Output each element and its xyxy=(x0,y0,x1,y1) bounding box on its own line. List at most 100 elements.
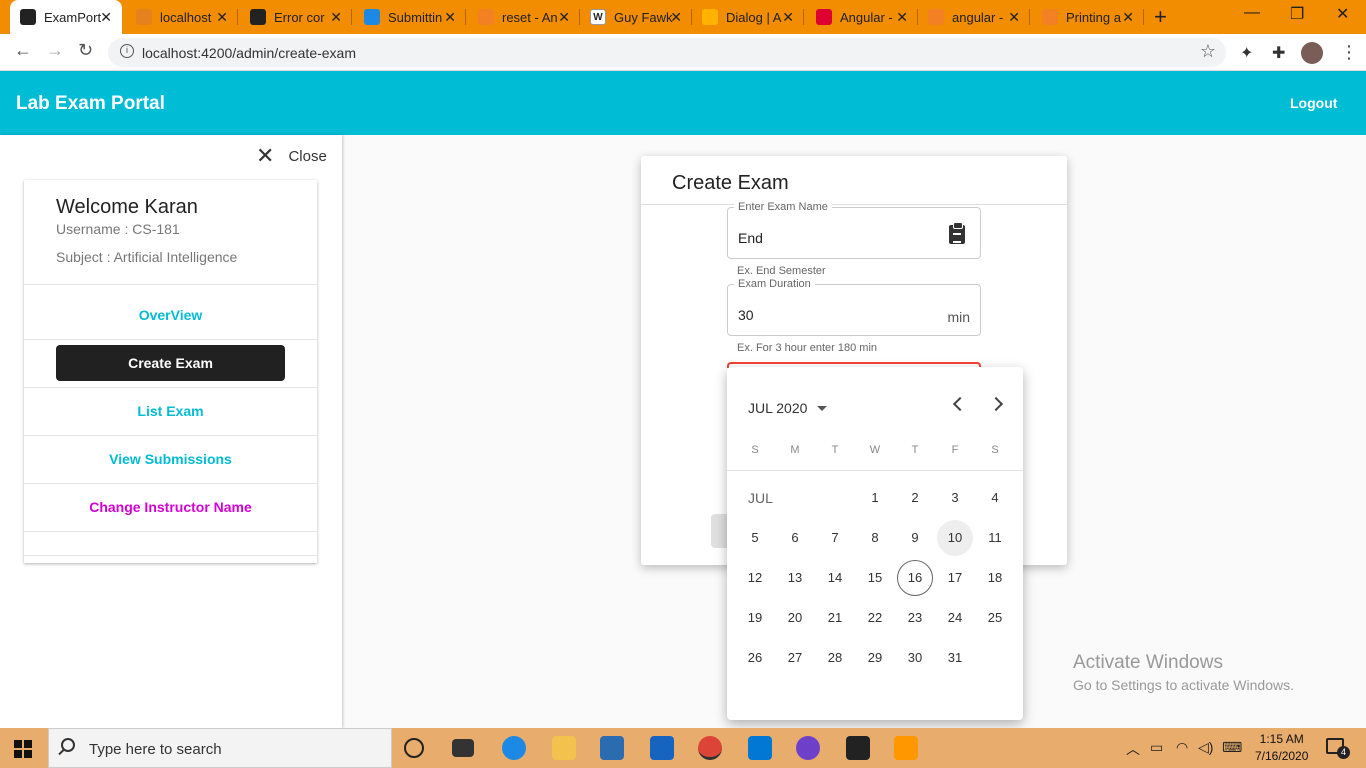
bookmark-star-icon[interactable]: ☆ xyxy=(1200,41,1216,62)
calendar-day[interactable]: 5 xyxy=(737,520,773,556)
calendar-day[interactable]: 1 xyxy=(857,480,893,516)
back-icon[interactable]: ← xyxy=(14,40,32,61)
calendar-day[interactable]: 6 xyxy=(777,520,813,556)
calendar-day[interactable]: 30 xyxy=(897,640,933,676)
calendar-day[interactable]: 20 xyxy=(777,600,813,636)
start-button[interactable] xyxy=(14,740,32,758)
calendar-day[interactable]: 11 xyxy=(977,520,1013,556)
calendar-day[interactable]: 3 xyxy=(937,480,973,516)
reload-icon[interactable]: ↻ xyxy=(78,40,93,61)
calendar-day[interactable]: 23 xyxy=(897,600,933,636)
exam-duration-field[interactable]: Exam Duration 30 min xyxy=(727,278,981,336)
calendar-day[interactable]: 2 xyxy=(897,480,933,516)
store-icon[interactable] xyxy=(600,736,624,760)
url-text[interactable]: localhost:4200/admin/create-exam xyxy=(142,45,356,61)
calendar-day[interactable]: 8 xyxy=(857,520,893,556)
browser-tab[interactable]: ExamPort ✕ xyxy=(10,0,122,34)
exam-name-value[interactable]: End xyxy=(738,230,763,246)
browser-tab[interactable]: Angular - ✕ xyxy=(806,0,918,34)
calendar-day[interactable]: 24 xyxy=(937,600,973,636)
app-brand[interactable]: Lab Exam Portal xyxy=(16,93,165,115)
tab-close-icon[interactable]: ✕ xyxy=(782,9,794,26)
calendar-day[interactable]: 15 xyxy=(857,560,893,596)
tab-close-icon[interactable]: ✕ xyxy=(444,9,456,26)
calendar-day[interactable]: 4 xyxy=(977,480,1013,516)
system-clock[interactable]: 1:15 AM 7/16/2020 xyxy=(1255,731,1308,765)
forward-icon[interactable]: → xyxy=(46,40,64,61)
extension-icon[interactable]: ✦ xyxy=(1240,43,1253,63)
browser-tab[interactable]: Error cor ✕ xyxy=(240,0,352,34)
calendar-day[interactable]: 10 xyxy=(937,520,973,556)
cortana-icon[interactable] xyxy=(404,738,424,758)
calendar-day[interactable]: 16 xyxy=(897,560,933,596)
task-view-icon[interactable] xyxy=(452,739,474,757)
tab-close-icon[interactable]: ✕ xyxy=(330,9,342,26)
nav-list-exam[interactable]: List Exam xyxy=(24,403,317,419)
chrome-icon[interactable] xyxy=(698,736,722,760)
mail-icon[interactable] xyxy=(650,736,674,760)
browser-menu-icon[interactable]: ⋮ xyxy=(1340,42,1358,63)
calendar-day[interactable]: 18 xyxy=(977,560,1013,596)
tab-close-icon[interactable]: ✕ xyxy=(216,9,228,26)
exam-name-field[interactable]: Enter Exam Name End xyxy=(727,201,981,259)
calendar-day[interactable]: 17 xyxy=(937,560,973,596)
notification-icon[interactable]: 4 xyxy=(1326,738,1350,759)
tab-close-icon[interactable]: ✕ xyxy=(896,9,908,26)
file-explorer-icon[interactable] xyxy=(552,736,576,760)
profile-avatar[interactable] xyxy=(1301,42,1323,64)
calendar-day[interactable]: 14 xyxy=(817,560,853,596)
browser-tab[interactable]: W Guy Fawk ✕ xyxy=(580,0,692,34)
browser-tab[interactable]: Dialog | A ✕ xyxy=(692,0,804,34)
calendar-day[interactable]: 31 xyxy=(937,640,973,676)
calendar-day[interactable]: 7 xyxy=(817,520,853,556)
browser-tab[interactable]: reset - An ✕ xyxy=(468,0,580,34)
browser-tab[interactable]: localhost ✕ xyxy=(126,0,238,34)
extensions-puzzle-icon[interactable]: ✚ xyxy=(1272,43,1285,63)
site-info-icon[interactable]: i xyxy=(120,44,134,58)
tab-close-icon[interactable]: ✕ xyxy=(100,9,112,26)
calendar-day[interactable]: 21 xyxy=(817,600,853,636)
keyboard-icon[interactable]: ⌨ xyxy=(1222,739,1242,756)
browser-tab[interactable]: Printing a ✕ xyxy=(1032,0,1144,34)
previous-month-icon[interactable] xyxy=(952,396,968,412)
volume-icon[interactable]: ◁) xyxy=(1198,739,1213,756)
logout-button[interactable]: Logout xyxy=(1290,95,1337,111)
calendar-day[interactable]: 19 xyxy=(737,600,773,636)
calendar-day[interactable]: 13 xyxy=(777,560,813,596)
calendar-day[interactable]: 9 xyxy=(897,520,933,556)
taskbar-search[interactable]: Type here to search xyxy=(48,728,392,768)
sidenav-close-button[interactable]: ✕ Close xyxy=(256,143,327,169)
github-desktop-icon[interactable] xyxy=(796,736,820,760)
tab-close-icon[interactable]: ✕ xyxy=(670,9,682,26)
wifi-icon[interactable]: ◠ xyxy=(1176,739,1188,756)
sublime-text-icon[interactable] xyxy=(894,736,918,760)
edge-icon[interactable] xyxy=(502,736,526,760)
tab-close-icon[interactable]: ✕ xyxy=(1122,9,1134,26)
tray-chevron-icon[interactable]: ︿ xyxy=(1126,739,1140,759)
maximize-button[interactable]: ❐ xyxy=(1290,4,1304,24)
calendar-day[interactable]: 27 xyxy=(777,640,813,676)
calendar-day[interactable]: 29 xyxy=(857,640,893,676)
new-tab-button[interactable]: + xyxy=(1154,4,1167,30)
period-selector[interactable]: JUL 2020 xyxy=(748,400,828,416)
browser-tab[interactable]: angular - ✕ xyxy=(918,0,1030,34)
nav-view-submissions[interactable]: View Submissions xyxy=(24,451,317,467)
tab-close-icon[interactable]: ✕ xyxy=(558,9,570,26)
battery-icon[interactable]: ▭ xyxy=(1150,739,1163,756)
exam-duration-value[interactable]: 30 xyxy=(738,307,754,323)
nav-change-instructor-name[interactable]: Change Instructor Name xyxy=(24,499,317,515)
terminal-icon[interactable] xyxy=(846,736,870,760)
nav-create-exam[interactable]: Create Exam xyxy=(56,345,285,381)
calendar-day[interactable]: 12 xyxy=(737,560,773,596)
calendar-day[interactable]: 25 xyxy=(977,600,1013,636)
browser-tab[interactable]: Submittin ✕ xyxy=(354,0,466,34)
calendar-day[interactable]: 22 xyxy=(857,600,893,636)
nav-overview[interactable]: OverView xyxy=(24,307,317,323)
address-bar[interactable]: i localhost:4200/admin/create-exam ☆ xyxy=(108,38,1226,67)
calendar-day[interactable]: 26 xyxy=(737,640,773,676)
next-month-icon[interactable] xyxy=(988,396,1004,412)
calendar-day[interactable]: 28 xyxy=(817,640,853,676)
window-close-button[interactable]: ✕ xyxy=(1336,4,1349,24)
minimize-button[interactable]: — xyxy=(1244,4,1260,22)
vscode-icon[interactable] xyxy=(748,736,772,760)
